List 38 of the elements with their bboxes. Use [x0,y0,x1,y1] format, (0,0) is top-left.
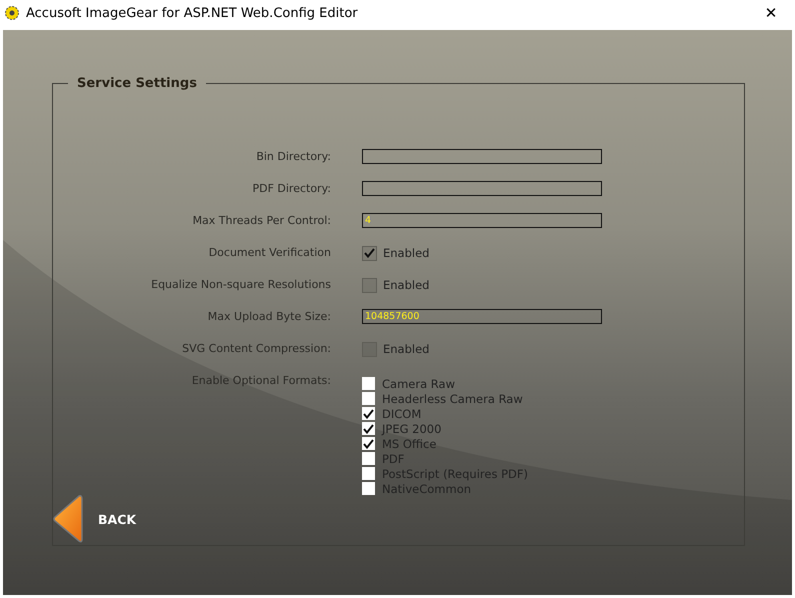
checkbox-label: Headerless Camera Raw [382,392,523,406]
text-field[interactable]: 104857600 [362,309,602,324]
back-button[interactable]: BACK [52,494,744,544]
checkbox[interactable] [362,342,377,356]
group-title: Service Settings [76,76,198,91]
setting-label: Document Verification [208,245,331,261]
checkbox[interactable] [362,437,375,450]
checkbox[interactable] [362,422,375,435]
text-field[interactable] [362,149,602,164]
checkbox-label: Enabled [383,246,430,260]
checkbox[interactable] [362,482,375,495]
setting-label: Bin Directory: [256,149,331,165]
setting-label: Max Threads Per Control: [192,213,331,229]
checkmark-icon [364,248,375,258]
checkmark-icon [363,408,374,418]
checkmark-icon [363,438,374,448]
checkbox-label: Enabled [383,342,430,356]
checkbox[interactable] [362,278,377,292]
checkbox-label: DICOM [382,406,422,420]
window-title: Accusoft ImageGear for ASP.NET Web.Config Editor [26,6,359,20]
checkbox-label: Enabled [383,278,430,292]
checkbox[interactable] [362,392,375,405]
checkbox[interactable] [362,407,375,420]
checkbox-label: JPEG 2000 [382,422,442,436]
close-button[interactable]: ✕ [751,0,791,26]
checkbox[interactable] [362,246,377,260]
checkbox[interactable] [362,467,375,480]
left-arrow-icon [52,494,84,544]
gear-icon [4,5,20,21]
setting-label: SVG Content Compression: [182,341,331,357]
text-field[interactable] [362,181,602,196]
setting-label: Max Upload Byte Size: [208,309,331,325]
checkbox[interactable] [362,377,375,390]
setting-label: Equalize Non-square Resolutions [151,277,331,293]
checkbox[interactable] [362,452,375,465]
setting-label: PDF Directory: [252,181,331,197]
checkbox-label: Camera Raw [382,376,455,390]
checkmark-icon [363,424,374,434]
